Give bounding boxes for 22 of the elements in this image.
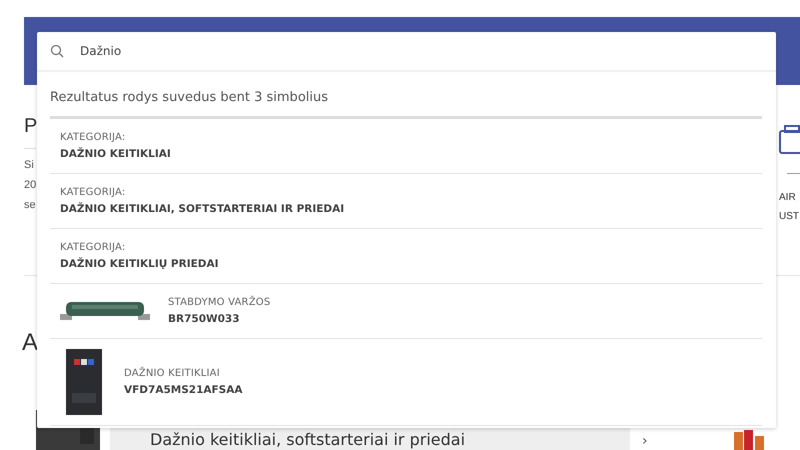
result-label: STABDYMO VARŽOS [168,297,270,308]
hint-text: Rezultatus rodys suvedus bent 3 simbolius [49,89,330,107]
body-text: se [24,198,36,213]
category-text: UST [779,210,799,224]
result-label: DAŽNIO KEITIKLIAI [124,368,221,379]
briefcase-icon [779,125,800,155]
category-text: AIR [779,191,796,205]
result-label: KATEGORIJA: [60,187,126,198]
result-link[interactable]: DAŽNIO KEITIKLIAI [60,148,171,160]
heading-text: P [24,115,36,149]
search-icon [50,44,64,58]
search-field[interactable]: Dažnio [80,44,380,58]
result-link[interactable]: DAŽNIO KEITIKLIŲ PRIEDAI [60,258,219,270]
result-link[interactable]: DAŽNIO KEITIKLIAI, SOFTSTARTERIAI IR PRIEDAI [60,203,344,215]
result-label: KATEGORIJA: [60,132,126,143]
result-link[interactable]: BR750W033 [168,313,270,325]
card-title[interactable]: Dažnio keitikliai, softstarteriai ir priedai [150,430,466,450]
body-text: Si [24,158,35,173]
result-link[interactable]: VFD7A5MS21AFSAA [124,384,242,396]
result-label: KATEGORIJA: [60,242,126,253]
section-heading: A [22,328,36,358]
body-text: 20 [24,178,36,193]
